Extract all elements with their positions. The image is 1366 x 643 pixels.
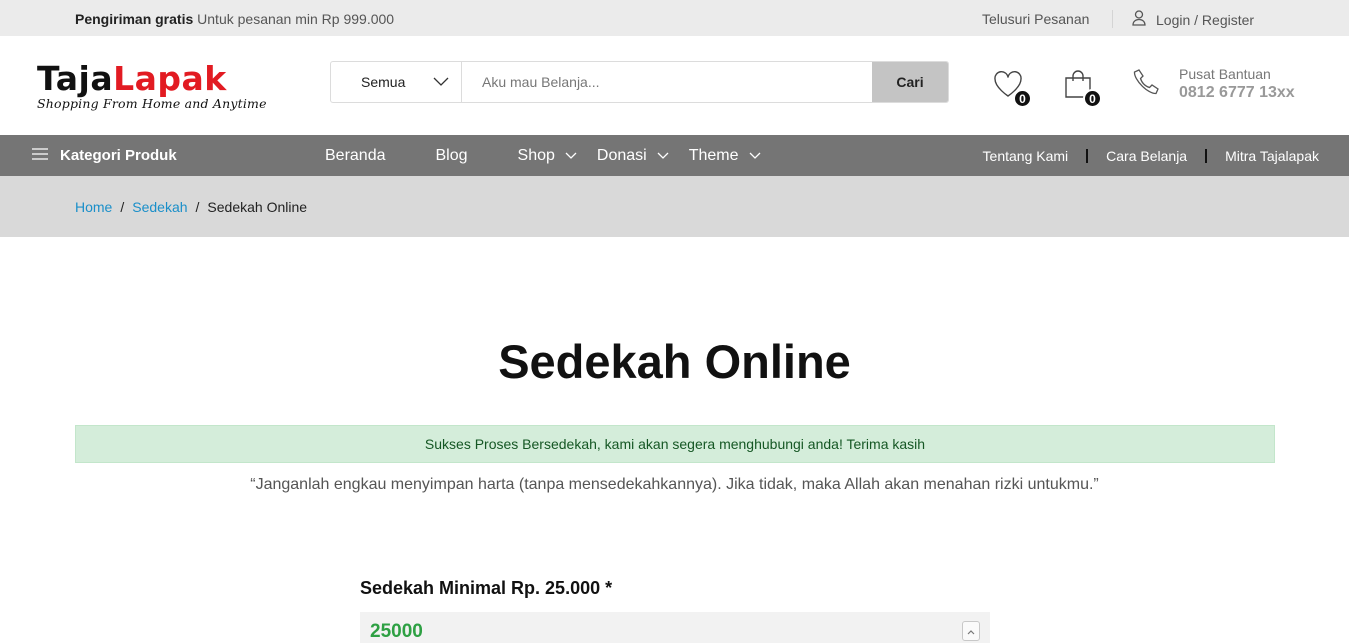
chevron-down-icon bbox=[565, 147, 577, 165]
nav-link-cara-belanja[interactable]: Cara Belanja bbox=[1106, 148, 1187, 164]
nav-divider bbox=[1205, 148, 1208, 163]
user-icon bbox=[1132, 10, 1146, 29]
breadcrumb-separator: / bbox=[120, 199, 125, 215]
logo-tagline: Shopping From Home and Anytime bbox=[37, 96, 267, 111]
chevron-up-icon[interactable] bbox=[967, 622, 975, 640]
nav-item-shop[interactable]: Shop bbox=[518, 147, 577, 165]
logo-word-lapak: Lapak bbox=[113, 59, 227, 98]
breadcrumb: Home / Sedekah / Sedekah Online bbox=[0, 176, 1349, 237]
breadcrumb-separator: / bbox=[195, 199, 200, 215]
nav-item-donasi[interactable]: Donasi bbox=[597, 147, 669, 165]
page-title: Sedekah Online bbox=[498, 335, 851, 388]
phone-icon bbox=[1132, 68, 1160, 101]
promo-bold: Pengiriman gratis bbox=[75, 11, 194, 27]
search-input[interactable] bbox=[462, 62, 872, 102]
help-phone: 0812 6777 13xx bbox=[1179, 84, 1295, 101]
help-center[interactable]: Pusat Bantuan 0812 6777 13xx bbox=[1132, 66, 1295, 102]
search-category-value: Semua bbox=[361, 74, 406, 90]
search-category-select[interactable]: Semua bbox=[331, 62, 462, 102]
secondary-menu: Tentang Kami Cara Belanja Mitra Tajalapa… bbox=[983, 135, 1319, 176]
search-bar: Semua Cari bbox=[330, 61, 949, 103]
site-header: TajaLapak Shopping From Home and Anytime… bbox=[0, 36, 1349, 136]
search-button[interactable]: Cari bbox=[872, 62, 948, 102]
nav-item-beranda[interactable]: Beranda bbox=[325, 147, 386, 165]
login-register-label: Login / Register bbox=[1156, 11, 1255, 28]
cart-button[interactable]: 0 bbox=[1062, 68, 1102, 108]
track-order-link[interactable]: Telusuri Pesanan bbox=[982, 11, 1089, 27]
login-register-link[interactable]: Login / Register bbox=[1132, 10, 1254, 29]
sedekah-quote: “Janganlah engkau menyimpan harta (tanpa… bbox=[250, 476, 1099, 493]
breadcrumb-sedekah[interactable]: Sedekah bbox=[132, 199, 187, 215]
nav-link-tentang-kami[interactable]: Tentang Kami bbox=[983, 148, 1069, 164]
nav-label: Blog bbox=[435, 146, 468, 164]
breadcrumb-current: Sedekah Online bbox=[207, 199, 308, 215]
promo-text: Untuk pesanan min Rp 999.000 bbox=[197, 11, 395, 27]
amount-stepper[interactable] bbox=[962, 621, 980, 641]
amount-field bbox=[360, 612, 990, 643]
success-notice: Sukses Proses Bersedekah, kami akan sege… bbox=[75, 425, 1275, 463]
site-logo[interactable]: TajaLapak Shopping From Home and Anytime bbox=[37, 62, 277, 112]
primary-menu: Beranda Blog Shop Donasi Theme bbox=[325, 135, 791, 176]
nav-label: Donasi bbox=[596, 146, 647, 164]
free-shipping-promo: Pengiriman gratis Untuk pesanan min Rp 9… bbox=[75, 11, 394, 27]
hamburger-icon bbox=[32, 147, 48, 164]
chevron-down-icon bbox=[657, 147, 669, 165]
topbar-divider bbox=[1112, 10, 1113, 28]
categories-label: Kategori Produk bbox=[60, 147, 177, 164]
nav-label: Shop bbox=[517, 146, 555, 164]
top-bar: Pengiriman gratis Untuk pesanan min Rp 9… bbox=[0, 0, 1349, 36]
amount-label: Sedekah Minimal Rp. 25.000 * bbox=[360, 578, 613, 598]
nav-label: Theme bbox=[688, 146, 739, 164]
nav-divider bbox=[1086, 148, 1089, 163]
help-label: Pusat Bantuan bbox=[1179, 66, 1271, 82]
breadcrumb-home[interactable]: Home bbox=[75, 199, 112, 215]
nav-item-theme[interactable]: Theme bbox=[689, 147, 761, 165]
cart-count-badge: 0 bbox=[1083, 89, 1102, 108]
main-navigation: Kategori Produk Beranda Blog Shop Donasi… bbox=[0, 135, 1349, 176]
nav-label: Beranda bbox=[325, 146, 386, 164]
wishlist-count-badge: 0 bbox=[1013, 89, 1032, 108]
wishlist-button[interactable]: 0 bbox=[992, 68, 1032, 108]
chevron-down-icon bbox=[433, 74, 449, 90]
amount-input[interactable] bbox=[360, 612, 990, 643]
nav-item-blog[interactable]: Blog bbox=[436, 147, 468, 165]
logo-word-taja: Taja bbox=[37, 59, 114, 98]
nav-link-mitra[interactable]: Mitra Tajalapak bbox=[1225, 148, 1319, 164]
product-categories-toggle[interactable]: Kategori Produk bbox=[32, 147, 177, 164]
chevron-down-icon bbox=[749, 147, 761, 165]
